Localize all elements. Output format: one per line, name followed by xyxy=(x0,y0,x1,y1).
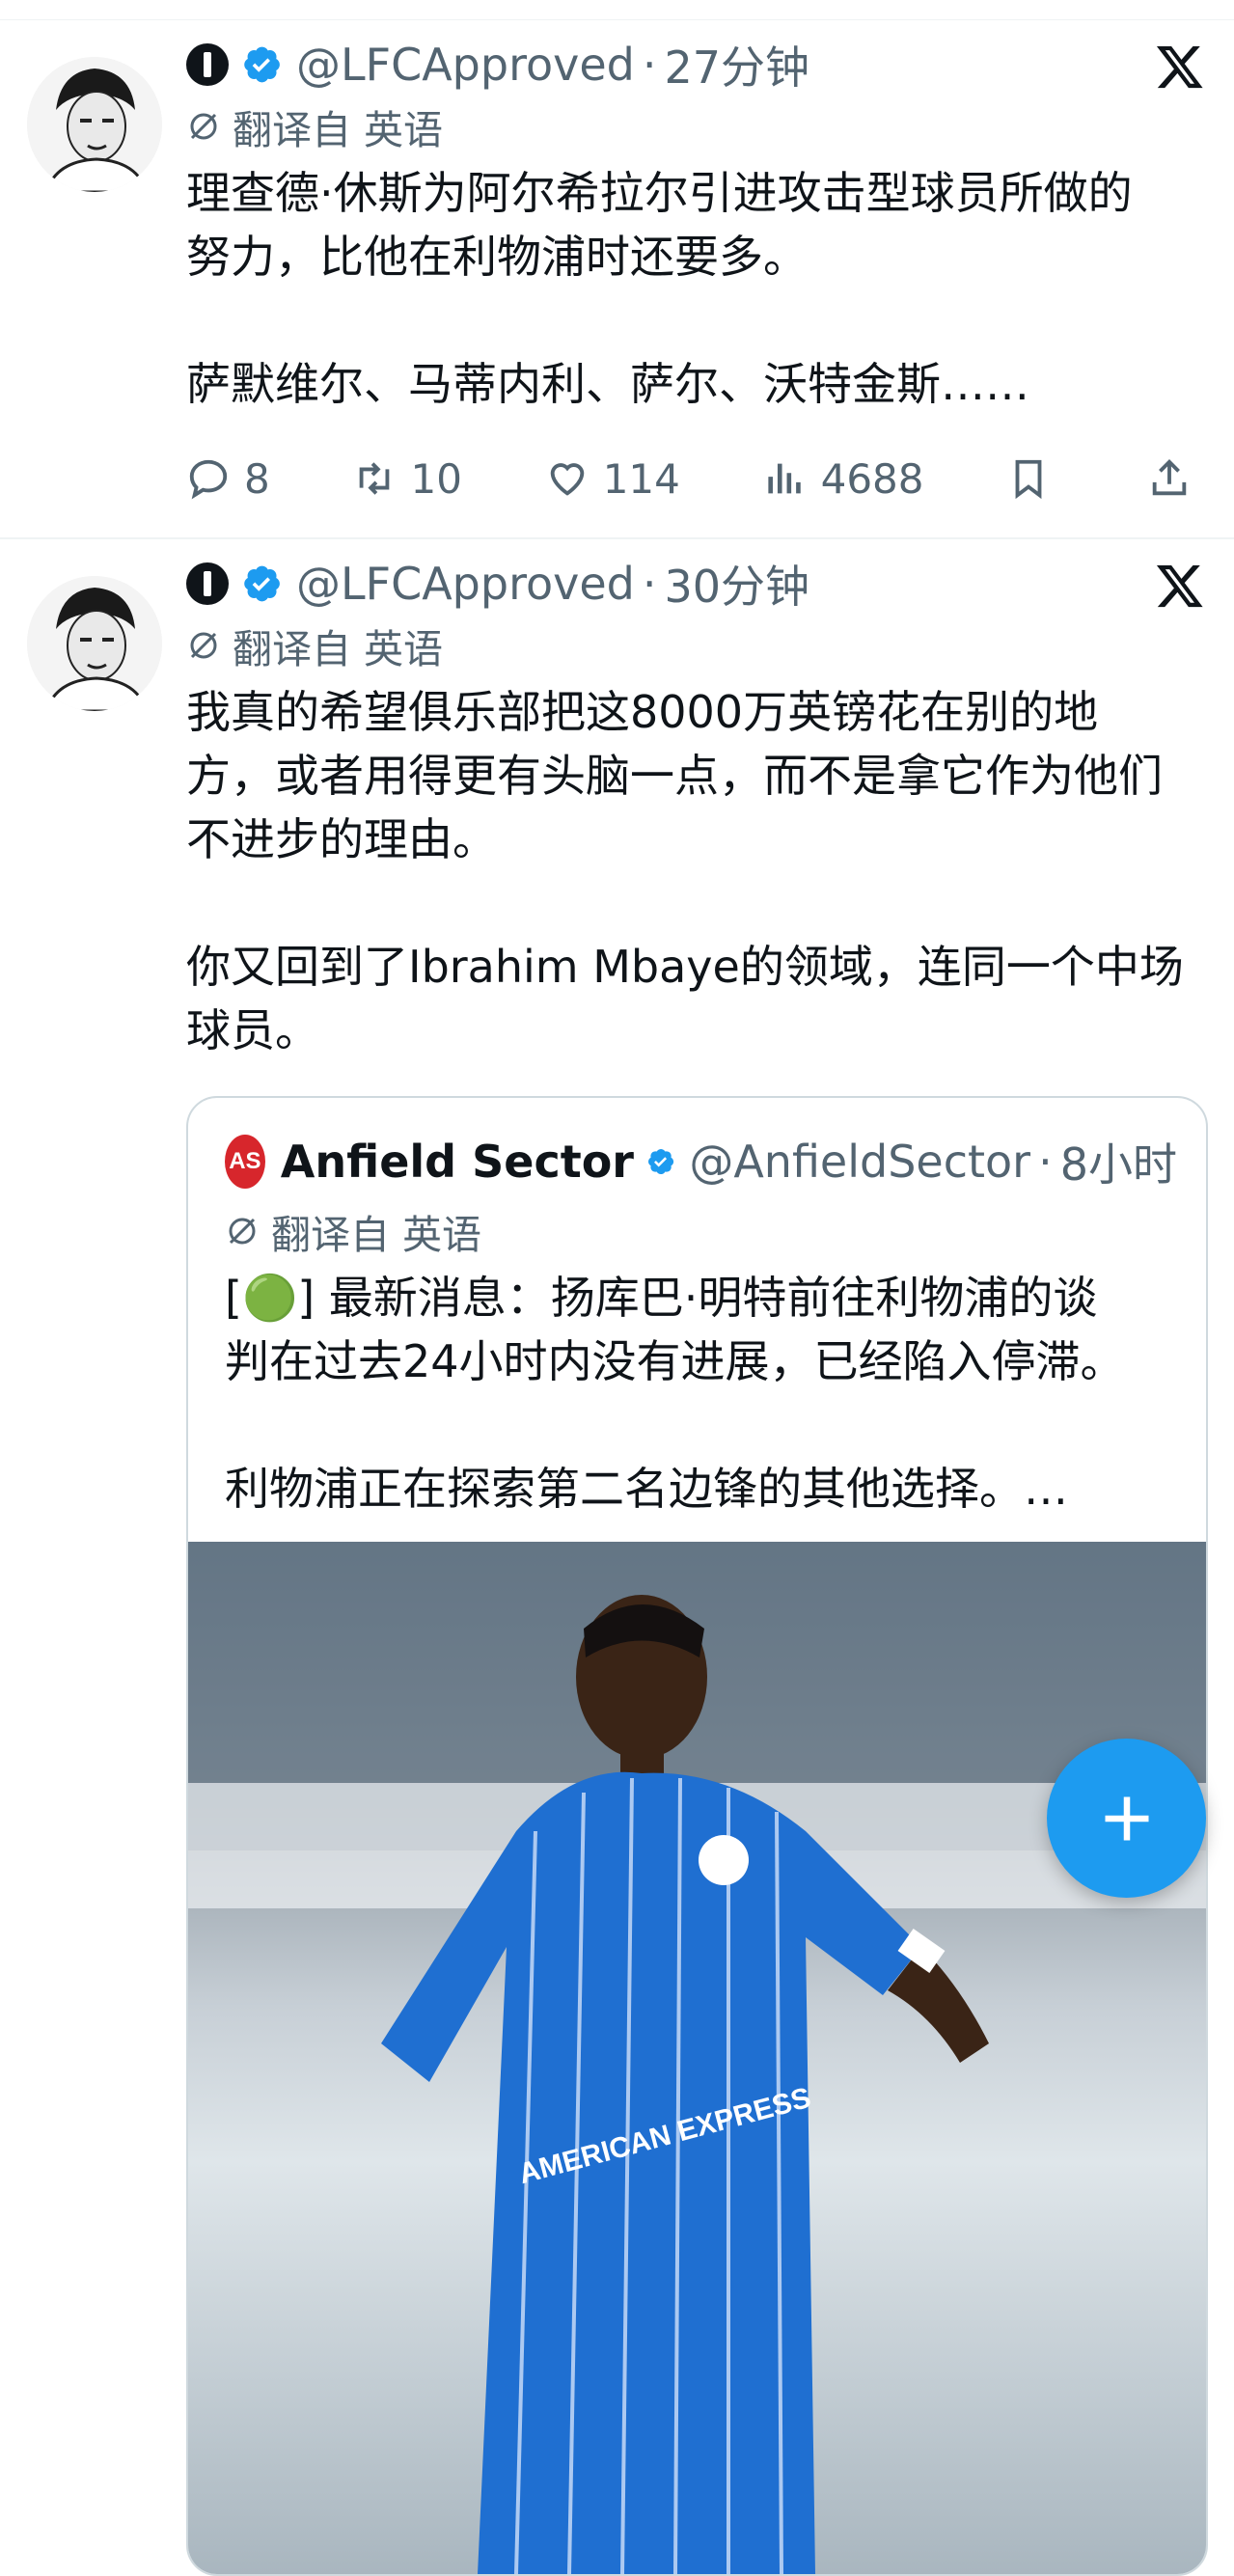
tweet-header: @LFCApproved · 27分钟 xyxy=(186,36,1205,94)
avatar[interactable] xyxy=(27,576,162,711)
anfield-sector-logo-icon: AS xyxy=(225,1135,265,1189)
tweet[interactable]: @LFCApproved · 27分钟 翻译自 英语 理查德·休斯为阿尔希拉尔引… xyxy=(0,20,1234,539)
separator-dot: · xyxy=(642,558,657,610)
reply-button[interactable]: 8 xyxy=(186,455,270,503)
translation-label: 翻译自 英语 xyxy=(233,107,444,153)
bookmark-icon xyxy=(1015,459,1042,500)
translate-icon xyxy=(190,632,217,659)
timestamp[interactable]: 27分钟 xyxy=(664,33,809,96)
x-logo-icon xyxy=(1156,45,1203,89)
reply-icon xyxy=(189,459,228,500)
views-chart-icon xyxy=(767,463,801,494)
retweet-count: 10 xyxy=(410,454,462,503)
reply-count: 8 xyxy=(244,454,270,503)
verified-badge-icon xyxy=(244,46,280,83)
verified-badge-icon xyxy=(648,1148,674,1175)
display-name-icon[interactable] xyxy=(186,562,229,605)
quoted-display-name[interactable]: Anfield Sector xyxy=(281,1136,634,1188)
share-button[interactable] xyxy=(1147,456,1205,501)
tweet-text: 理查德·休斯为阿尔希拉尔引进攻击型球员所做的 努力，比他在利物浦时还要多。 萨默… xyxy=(186,167,1133,410)
heart-icon xyxy=(550,463,584,496)
tweet-header: @LFCApproved · 30分钟 xyxy=(186,555,1205,613)
compose-fab-button[interactable] xyxy=(1047,1739,1206,1898)
retweet-button[interactable]: 10 xyxy=(352,454,462,503)
user-handle[interactable]: @LFCApproved xyxy=(296,558,635,610)
tweet-text: 我真的希望俱乐部把这8000万英镑花在别的地 方，或者用得更有头脑一点，而不是拿… xyxy=(186,686,1184,1056)
like-button[interactable]: 114 xyxy=(545,455,680,503)
quoted-tweet-text: [🟢] 最新消息：扬库巴·明特前往利物浦的谈 判在过去24小时内没有进展，已经陷… xyxy=(225,1272,1125,1515)
bookmark-button[interactable] xyxy=(1006,456,1064,501)
tweet-actions: 8 10 114 4688 xyxy=(186,445,1205,512)
translation-label: 翻译自 英语 xyxy=(271,1212,482,1258)
retweet-icon xyxy=(360,462,390,495)
timestamp[interactable]: 30分钟 xyxy=(664,552,809,616)
translate-icon xyxy=(229,1218,256,1245)
translation-label: 翻译自 英语 xyxy=(233,626,444,672)
top-divider xyxy=(0,0,1234,20)
quoted-timestamp[interactable]: 8小时 xyxy=(1060,1130,1177,1193)
like-count: 114 xyxy=(602,454,680,503)
football-player-photo: AMERICAN EXPRESS xyxy=(188,1542,1206,2574)
views-button[interactable]: 4688 xyxy=(763,455,924,503)
quoted-tweet-image[interactable]: AMERICAN EXPRESS xyxy=(188,1542,1206,2574)
plus-icon xyxy=(1105,1796,1148,1840)
separator-dot: · xyxy=(642,39,657,91)
share-icon xyxy=(1152,459,1187,496)
avatar[interactable] xyxy=(27,57,162,192)
quoted-translation-notice[interactable]: 翻译自 英语 xyxy=(225,1202,481,1260)
view-count: 4688 xyxy=(820,454,924,503)
translation-notice[interactable]: 翻译自 英语 xyxy=(186,97,1205,155)
separator-dot: · xyxy=(1038,1136,1053,1188)
verified-badge-icon xyxy=(244,565,280,602)
display-name-icon[interactable] xyxy=(186,43,229,86)
quoted-user-handle[interactable]: @AnfieldSector xyxy=(689,1136,1030,1188)
user-handle[interactable]: @LFCApproved xyxy=(296,39,635,91)
x-logo-icon xyxy=(1156,564,1203,608)
translation-notice[interactable]: 翻译自 英语 xyxy=(186,617,1205,674)
quoted-tweet-header: AS Anfield Sector @AnfieldSector · 8小时 xyxy=(225,1133,1177,1191)
translate-icon xyxy=(190,113,217,140)
